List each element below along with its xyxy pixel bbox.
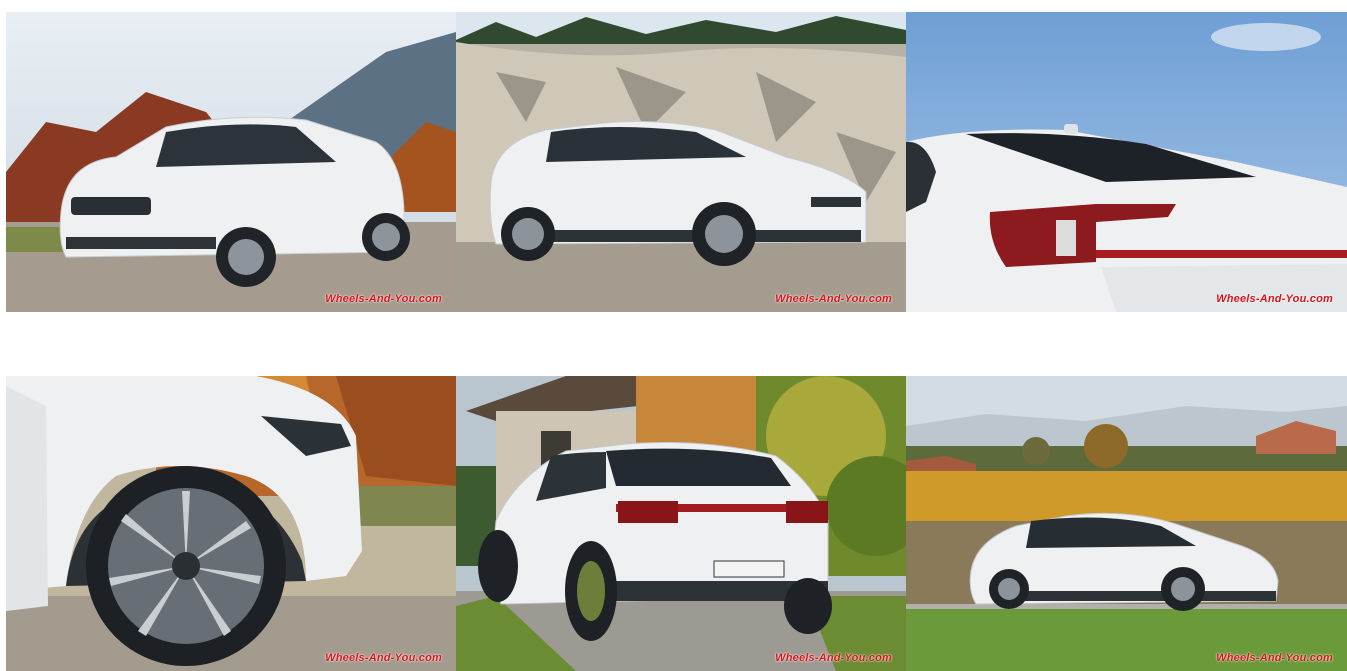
gallery-photo-rear-view[interactable]: Wheels-And-You.com [456, 376, 906, 671]
photo-rear-view-image [456, 376, 906, 671]
gallery-photo-side-view[interactable]: Wheels-And-You.com [456, 12, 906, 312]
gallery-photo-front-view[interactable]: Wheels-And-You.com [6, 12, 456, 312]
gallery-photo-wheel[interactable]: Wheels-And-You.com [6, 376, 456, 671]
photo-taillight-image [906, 12, 1347, 312]
photo-side-view-image [456, 12, 906, 312]
photo-front-view-image [6, 12, 456, 312]
gallery-photo-taillight[interactable]: Wheels-And-You.com [906, 12, 1347, 312]
photo-vineyard-image [906, 376, 1347, 671]
photo-gallery: Wheels-And-You.com Wheels-And-You.com Wh… [0, 0, 1347, 671]
photo-wheel-image [6, 376, 456, 671]
gallery-photo-vineyard[interactable]: Wheels-And-You.com [906, 376, 1347, 671]
